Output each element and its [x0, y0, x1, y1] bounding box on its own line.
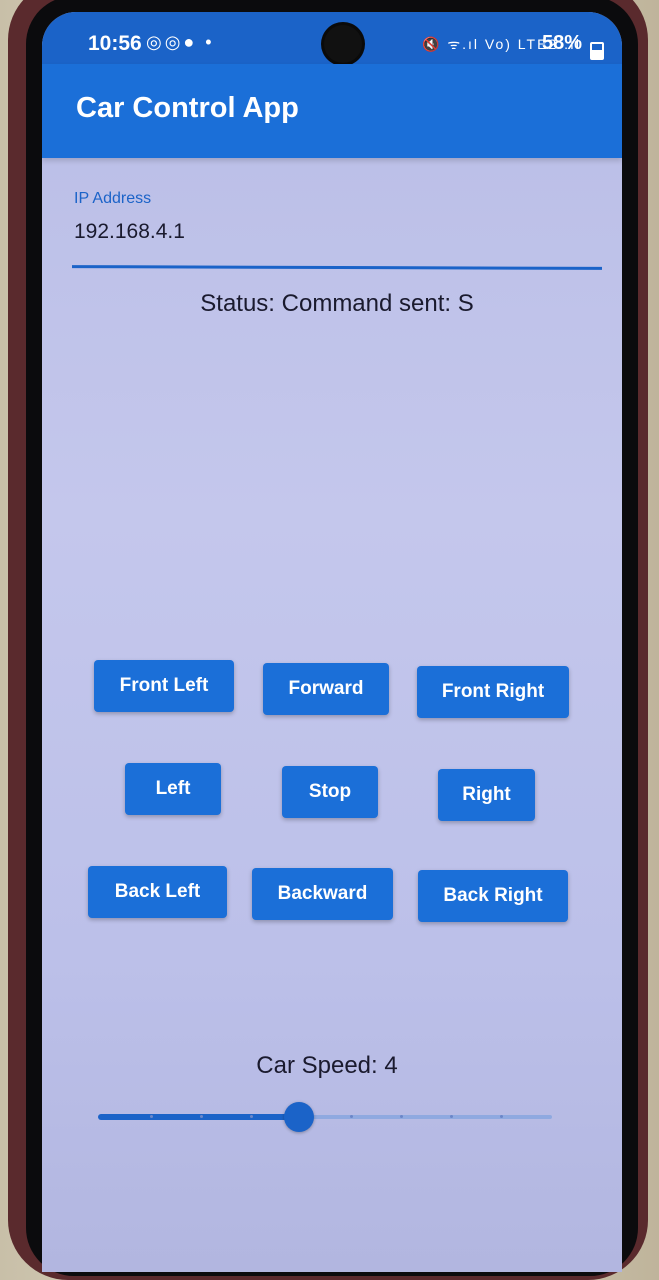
ip-field-underline [71, 265, 603, 270]
stop-button[interactable]: Stop [282, 766, 378, 818]
ip-address-field[interactable]: IP Address [71, 190, 604, 270]
ip-address-label: IP Address [74, 190, 152, 207]
battery-percent: 58% [542, 32, 583, 54]
slider-track-inactive [300, 1115, 552, 1119]
status-text: Status: Command sent: S [200, 290, 474, 317]
notification-icons: ◎◎● • [146, 32, 215, 52]
front-camera-icon [324, 25, 362, 63]
battery-icon [590, 42, 604, 60]
app-bar: Car Control App [42, 64, 622, 158]
back-right-button[interactable]: Back Right [418, 870, 568, 922]
car-speed-label: Car Speed: 4 [256, 1052, 398, 1079]
status-bar: 10:56 ◎◎● • 🔇 ᯤ.ıl Vo) LTE2 .ıl 58% [42, 12, 622, 64]
slider-tick [200, 1115, 203, 1118]
front-left-button[interactable]: Front Left [94, 660, 234, 712]
slider-track-active [98, 1114, 300, 1120]
slider-tick [400, 1115, 403, 1118]
slider-tick [500, 1115, 503, 1118]
slider-tick [250, 1115, 253, 1118]
slider-tick [350, 1115, 353, 1118]
right-button[interactable]: Right [438, 769, 535, 821]
slider-tick [150, 1115, 153, 1118]
back-left-button[interactable]: Back Left [88, 866, 227, 918]
backward-button[interactable]: Backward [252, 868, 393, 920]
app-screen: 10:56 ◎◎● • 🔇 ᯤ.ıl Vo) LTE2 .ıl 58% Car … [42, 12, 622, 1272]
forward-button[interactable]: Forward [263, 663, 389, 715]
left-button[interactable]: Left [125, 763, 221, 815]
app-title: Car Control App [76, 92, 299, 124]
slider-thumb[interactable] [284, 1102, 314, 1132]
ip-address-input[interactable] [72, 212, 604, 252]
status-time: 10:56 [88, 32, 142, 55]
front-right-button[interactable]: Front Right [417, 666, 569, 718]
slider-tick [450, 1115, 453, 1118]
